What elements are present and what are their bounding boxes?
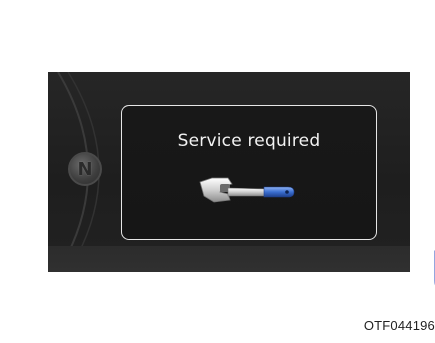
svg-text:مداد خودرو فارما: مداد خودرو فارما (430, 243, 435, 303)
manual-figure: N Service required OTF044196 (0, 0, 435, 343)
service-message-text: Service required (177, 131, 321, 151)
figure-code-label: OTF044196 (363, 318, 435, 333)
wrench-icon (199, 177, 295, 203)
service-message-panel: Service required (121, 105, 377, 240)
watermark-logo: مداد خودرو فارما (430, 243, 435, 303)
gear-indicator-letter: N (77, 158, 93, 180)
gear-indicator: N (68, 152, 102, 186)
